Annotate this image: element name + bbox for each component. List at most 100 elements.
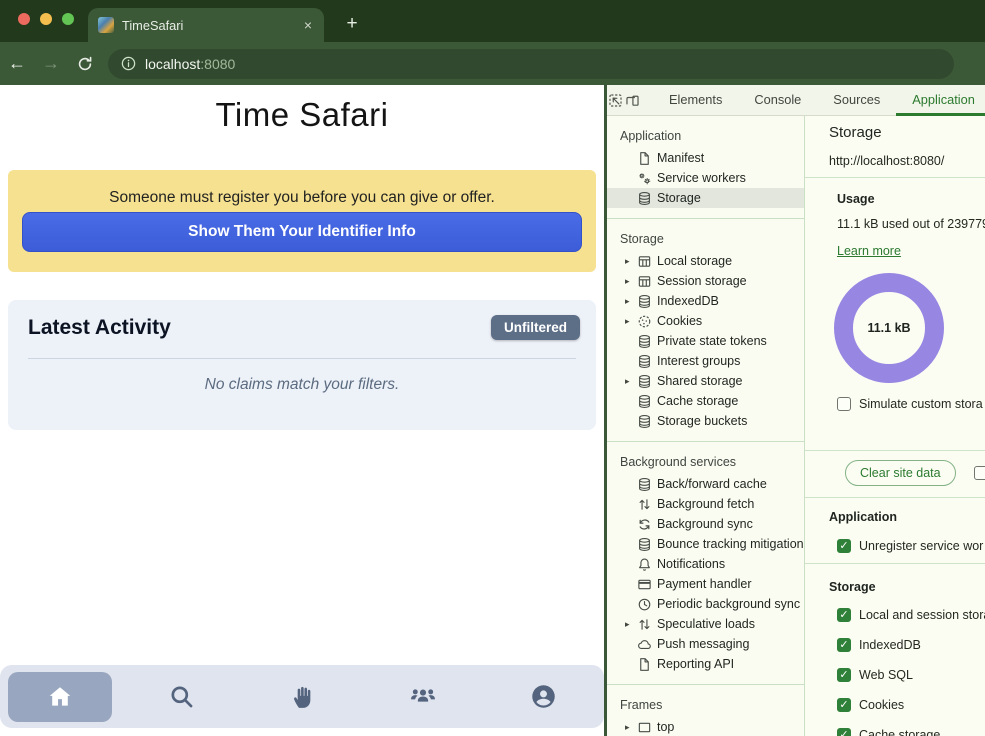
- nav-item-home[interactable]: [0, 665, 121, 728]
- latest-activity-card: Latest Activity Unfiltered No claims mat…: [8, 300, 596, 430]
- search-icon: [168, 683, 195, 710]
- browser-tab[interactable]: TimeSafari ×: [88, 8, 324, 42]
- device-toolbar-icon[interactable]: [624, 92, 641, 109]
- tree-item-private-state-tokens[interactable]: Private state tokens: [607, 331, 804, 351]
- cache-storage-checkbox[interactable]: ✓: [837, 728, 851, 736]
- tree-item-notifications[interactable]: Notifications: [607, 554, 804, 574]
- expand-arrow-icon[interactable]: ▸: [625, 276, 637, 287]
- tree-item-background-fetch[interactable]: Background fetch: [607, 494, 804, 514]
- tab-favicon: [98, 17, 114, 33]
- tree-item-manifest[interactable]: Manifest: [607, 148, 804, 168]
- devtools-panel: ElementsConsoleSourcesApplication » Appl…: [607, 85, 985, 736]
- storage-section-heading: Storage: [829, 580, 876, 594]
- tree-item-label: Cache storage: [657, 394, 738, 408]
- minimize-window-button[interactable]: [40, 13, 52, 25]
- tree-item-storage[interactable]: Storage: [607, 188, 804, 208]
- nav-item-hand[interactable]: [242, 665, 363, 728]
- tree-item-push-messaging[interactable]: Push messaging: [607, 634, 804, 654]
- cookie-icon: [637, 314, 657, 329]
- reload-icon[interactable]: [68, 55, 102, 73]
- inspect-element-icon[interactable]: [607, 92, 624, 109]
- address-bar[interactable]: localhost:8080: [108, 49, 954, 79]
- database-icon: [637, 334, 657, 349]
- devtools-toolbar: ElementsConsoleSourcesApplication »: [607, 85, 985, 116]
- application-section-heading: Application: [829, 510, 897, 524]
- tree-item-reporting-api[interactable]: Reporting API: [607, 654, 804, 674]
- storage-detail-panel: Storage http://localhost:8080/ Usage 11.…: [805, 116, 985, 736]
- local-and-session-stora-checkbox[interactable]: ✓: [837, 608, 851, 622]
- screen: TimeSafari × + ← → localhost:8080 Time S…: [0, 0, 985, 736]
- card-icon: [637, 577, 657, 592]
- indexeddb-checkbox[interactable]: ✓: [837, 638, 851, 652]
- site-info-icon[interactable]: [120, 55, 137, 72]
- tree-item-speculative-loads[interactable]: ▸Speculative loads: [607, 614, 804, 634]
- devtools-tab-console[interactable]: Console: [738, 85, 817, 116]
- tree-section-header: Background services: [607, 450, 804, 474]
- filter-badge[interactable]: Unfiltered: [491, 315, 580, 340]
- tree-item-storage-buckets[interactable]: Storage buckets: [607, 411, 804, 431]
- unregister-service-wor-checkbox[interactable]: ✓: [837, 539, 851, 553]
- tree-item-service-workers[interactable]: Service workers: [607, 168, 804, 188]
- checkbox-label: Unregister service wor: [859, 539, 983, 553]
- arrows-up-down-icon: [637, 497, 657, 512]
- tree-item-background-sync[interactable]: Background sync: [607, 514, 804, 534]
- tree-item-local-storage[interactable]: ▸ Local storage: [607, 251, 804, 271]
- checkbox-row-unregister-service-wor: ✓ Unregister service wor: [837, 535, 983, 557]
- tree-section-storage: Storage▸Local storage▸Session storage▸In…: [607, 219, 804, 442]
- origin-url: http://localhost:8080/: [829, 154, 944, 168]
- tree-item-label: Session storage: [657, 274, 747, 288]
- sync-icon: [637, 517, 657, 532]
- nav-item-profile[interactable]: [483, 665, 604, 728]
- include-checkbox[interactable]: [974, 466, 985, 480]
- devtools-tab-application[interactable]: Application: [896, 85, 985, 116]
- nav-item-people[interactable]: [362, 665, 483, 728]
- nav-item-search[interactable]: [121, 665, 242, 728]
- expand-arrow-icon[interactable]: ▸: [625, 376, 637, 387]
- expand-arrow-icon[interactable]: ▸: [625, 256, 637, 267]
- database-icon: [637, 537, 657, 552]
- checkbox-label: Cookies: [859, 698, 904, 712]
- tree-item-bounce-tracking-mitigation[interactable]: Bounce tracking mitigation: [607, 534, 804, 554]
- tab-close-icon[interactable]: ×: [302, 17, 314, 33]
- expand-arrow-icon[interactable]: ▸: [625, 722, 637, 733]
- tree-item-back-forward-cache[interactable]: Back/forward cache: [607, 474, 804, 494]
- tree-item-label: Local storage: [657, 254, 732, 268]
- tree-item-cache-storage[interactable]: Cache storage: [607, 391, 804, 411]
- database-icon: [637, 477, 657, 492]
- expand-arrow-icon[interactable]: ▸: [625, 316, 637, 327]
- new-tab-button[interactable]: +: [338, 10, 366, 38]
- tree-item-top[interactable]: ▸ top: [607, 717, 804, 736]
- checkbox-label: Local and session stora: [859, 608, 985, 622]
- expand-arrow-icon[interactable]: ▸: [625, 296, 637, 307]
- simulate-custom-storage-checkbox[interactable]: [837, 397, 851, 411]
- devtools-tab-elements[interactable]: Elements: [653, 85, 738, 116]
- zoom-window-button[interactable]: [62, 13, 74, 25]
- tree-item-interest-groups[interactable]: Interest groups: [607, 351, 804, 371]
- close-window-button[interactable]: [18, 13, 30, 25]
- devtools-sidebar-tree: ApplicationManifestService workersStorag…: [607, 116, 805, 736]
- tree-item-payment-handler[interactable]: Payment handler: [607, 574, 804, 594]
- learn-more-link[interactable]: Learn more: [837, 244, 901, 258]
- arrows-up-down-icon: [637, 617, 657, 632]
- nav-active-pill: [8, 672, 112, 722]
- checkbox-row-cookies: ✓ Cookies: [837, 694, 904, 716]
- devtools-tab-sources[interactable]: Sources: [817, 85, 896, 116]
- show-identifier-button[interactable]: Show Them Your Identifier Info: [22, 212, 582, 252]
- tree-item-shared-storage[interactable]: ▸Shared storage: [607, 371, 804, 391]
- tree-item-indexeddb[interactable]: ▸IndexedDB: [607, 291, 804, 311]
- panel-title: Storage: [829, 124, 882, 141]
- tree-item-cookies[interactable]: ▸Cookies: [607, 311, 804, 331]
- tree-item-periodic-background-sync[interactable]: Periodic background sync: [607, 594, 804, 614]
- tree-section-header: Frames: [607, 693, 804, 717]
- cookies-checkbox[interactable]: ✓: [837, 698, 851, 712]
- divider: [28, 358, 576, 359]
- tree-item-session-storage[interactable]: ▸ Session storage: [607, 271, 804, 291]
- clear-site-data-button[interactable]: Clear site data: [845, 460, 956, 486]
- web-sql-checkbox[interactable]: ✓: [837, 668, 851, 682]
- tree-item-label: top: [657, 720, 674, 734]
- back-icon[interactable]: ←: [0, 53, 34, 74]
- checkbox-row-indexeddb: ✓IndexedDB: [837, 634, 921, 656]
- database-icon: [637, 414, 657, 429]
- expand-arrow-icon[interactable]: ▸: [625, 619, 637, 630]
- checkbox-label: Web SQL: [859, 668, 913, 682]
